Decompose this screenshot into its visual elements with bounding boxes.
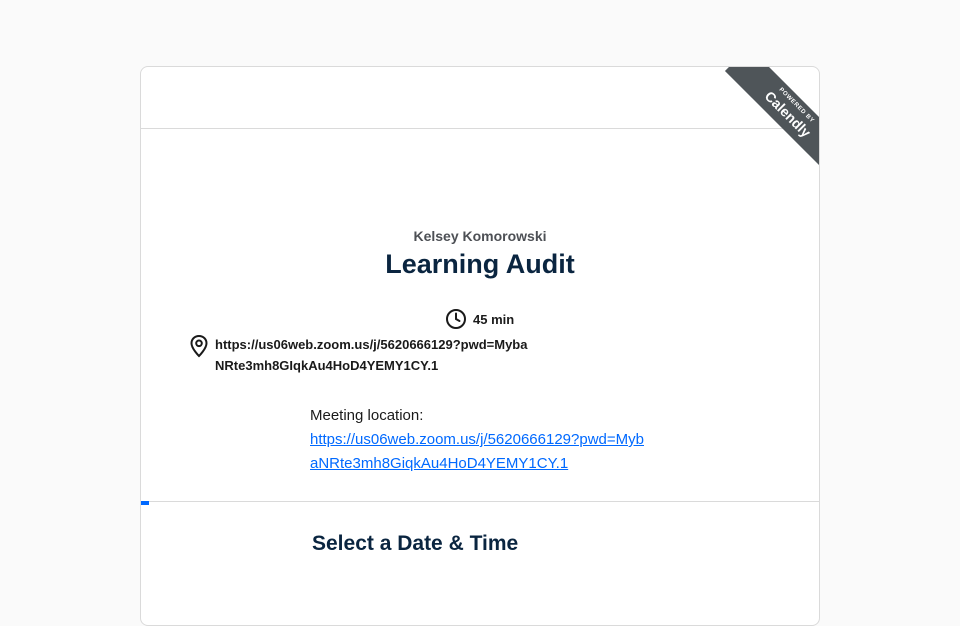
event-title: Learning Audit (385, 249, 575, 279)
duration-text: 45 min (473, 311, 515, 327)
event-location: https://us06web.zoom.us/j/5620666129?pwd… (189, 334, 535, 376)
section-divider (141, 501, 819, 502)
meeting-location-block: Meeting location: https://us06web.zoom.u… (310, 404, 650, 476)
badge-ribbon[interactable]: POWERED BY Calendly (724, 67, 819, 169)
powered-by-badge[interactable]: POWERED BY Calendly (717, 67, 819, 169)
location-text: https://us06web.zoom.us/j/5620666129?pwd… (215, 337, 528, 373)
booking-progress-bar (141, 501, 149, 505)
meeting-location-label: Meeting location: (310, 407, 424, 424)
booking-card: POWERED BY Calendly Kelsey Komorowski Le… (140, 66, 820, 626)
location-pin-icon (189, 334, 209, 358)
event-duration: 45 min (445, 308, 514, 330)
select-date-time-heading: Select a Date & Time (312, 532, 519, 555)
host-name: Kelsey Komorowski (413, 228, 547, 244)
clock-icon (445, 308, 467, 330)
meeting-location-link[interactable]: https://us06web.zoom.us/j/5620666129?pwd… (310, 428, 650, 476)
